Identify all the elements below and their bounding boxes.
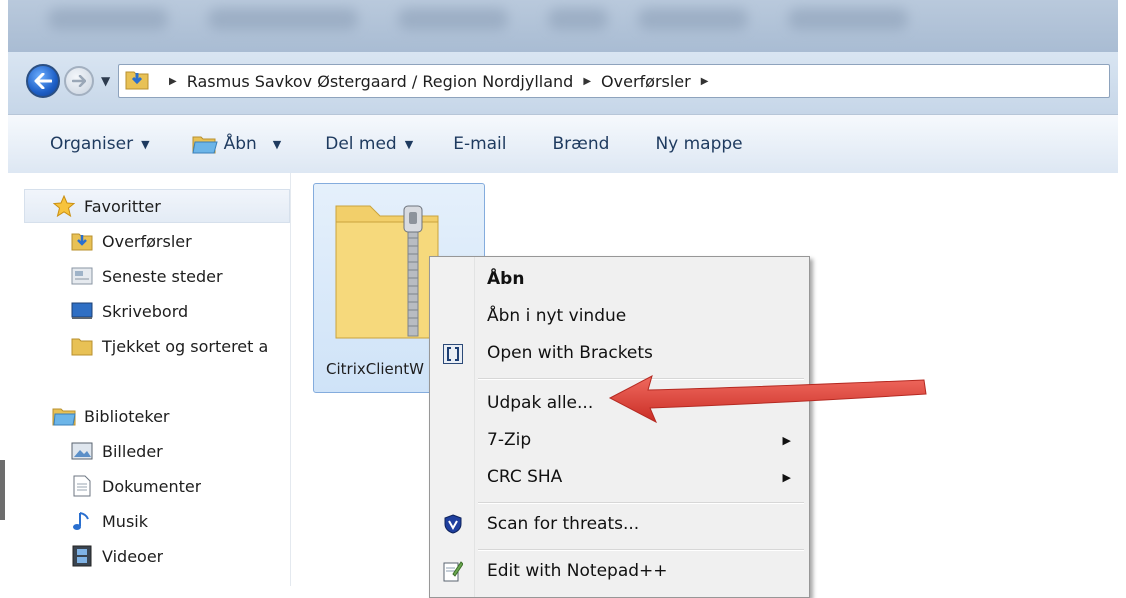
sidebar-item-label: Musik (102, 511, 148, 531)
desktop-icon (70, 299, 94, 323)
document-icon (70, 474, 94, 498)
breadcrumb-item-downloads[interactable]: Overførsler (601, 72, 691, 91)
shield-icon (442, 513, 464, 535)
submenu-arrow-icon: ▶ (782, 434, 791, 447)
sidebar-item-music[interactable]: Musik (70, 504, 148, 538)
menu-item-extract-all[interactable]: Udpak alle... (487, 393, 593, 413)
sidebar-item-label: Biblioteker (84, 406, 170, 426)
music-note-icon (70, 509, 94, 533)
sidebar-item-pictures[interactable]: Billeder (70, 434, 163, 468)
menu-item-crc-sha[interactable]: CRC SHA (487, 467, 562, 487)
window-edge (0, 460, 5, 520)
new-folder-label: Ny mappe (655, 134, 743, 154)
navigation-pane: Favoritter Overførsler Seneste steder Sk… (8, 173, 291, 586)
menu-item-open-with-brackets[interactable]: Open with Brackets (487, 343, 653, 363)
burn-label: Brænd (552, 134, 610, 154)
sidebar-item-label: Tjekket og sorteret a (102, 336, 269, 356)
menu-item-edit-notepad[interactable]: Edit with Notepad++ (487, 561, 668, 581)
sidebar-item-label: Dokumenter (102, 476, 202, 496)
organise-button[interactable]: Organiser ▼ (50, 134, 150, 154)
address-bar: ▼ ▶ Rasmus Savkov Østergaard / Region No… (8, 52, 1118, 114)
sidebar-item-documents[interactable]: Dokumenter (70, 469, 201, 503)
chevron-down-icon: ▼ (101, 74, 111, 88)
recent-places-icon (70, 264, 94, 288)
zip-folder-icon (335, 205, 439, 339)
breadcrumb-separator-icon[interactable]: ▶ (701, 76, 709, 87)
breadcrumb-separator-icon[interactable]: ▶ (169, 76, 177, 87)
sidebar-item-label: Seneste steder (102, 266, 223, 286)
sidebar-item-recent-places[interactable]: Seneste steder (70, 259, 223, 293)
brackets-icon (442, 343, 464, 365)
breadcrumb-separator-icon[interactable]: ▶ (583, 76, 591, 87)
sidebar-item-downloads[interactable]: Overførsler (70, 224, 192, 258)
burn-button[interactable]: Brænd (553, 134, 610, 154)
chevron-down-icon: ▼ (141, 137, 150, 151)
open-folder-icon (191, 133, 218, 155)
sidebar-item-label: Skrivebord (102, 301, 189, 321)
sidebar-item-label: Favoritter (84, 196, 161, 216)
pictures-icon (70, 439, 94, 463)
annotation-arrow-icon (608, 375, 927, 424)
star-icon (52, 194, 76, 218)
email-button[interactable]: E-mail (453, 134, 506, 154)
share-label: Del med (325, 134, 397, 154)
downloads-folder-icon (70, 229, 94, 253)
film-icon (70, 544, 94, 568)
sidebar-item-label: Billeder (102, 441, 163, 461)
file-name: CitrixClientW (326, 360, 424, 378)
menu-item-open-new-window[interactable]: Åbn i nyt vindue (487, 306, 626, 326)
notepad-icon (442, 560, 464, 582)
new-folder-button[interactable]: Ny mappe (655, 134, 742, 154)
breadcrumb-item-user[interactable]: Rasmus Savkov Østergaard / Region Nordjy… (187, 72, 574, 91)
open-label: Åbn (223, 134, 257, 154)
sidebar-item-desktop[interactable]: Skrivebord (70, 294, 188, 328)
forward-button[interactable] (64, 66, 94, 96)
command-bar: Organiser ▼ Åbn ▼ Del med ▼ E-mail Brænd… (8, 114, 1118, 174)
arrow-left-icon (34, 73, 52, 89)
chevron-down-icon: ▼ (404, 137, 414, 151)
library-icon (52, 404, 76, 428)
menu-separator (478, 502, 804, 504)
open-button[interactable]: Åbn ▼ (191, 133, 282, 155)
back-button[interactable] (26, 64, 60, 98)
chevron-down-icon: ▼ (272, 137, 282, 151)
menu-icon-gutter (430, 257, 475, 597)
sidebar-item-libraries[interactable]: Biblioteker (52, 399, 170, 433)
sidebar-item-favorites[interactable]: Favoritter (52, 189, 161, 223)
sidebar-item-sorted-folder[interactable]: Tjekket og sorteret a (70, 329, 290, 363)
breadcrumb[interactable]: ▶ Rasmus Savkov Østergaard / Region Nord… (118, 64, 1110, 98)
arrow-right-icon (72, 75, 86, 87)
share-button[interactable]: Del med ▼ (325, 134, 413, 154)
window-title-bar (8, 0, 1118, 52)
menu-separator (478, 549, 804, 551)
submenu-arrow-icon: ▶ (782, 471, 791, 484)
sidebar-item-label: Overførsler (102, 231, 192, 251)
recent-pages-dropdown[interactable]: ▼ (101, 74, 110, 88)
organise-label: Organiser (50, 134, 134, 154)
email-label: E-mail (453, 134, 507, 154)
sidebar-item-label: Videoer (102, 546, 164, 566)
folder-icon (70, 334, 94, 358)
menu-item-open[interactable]: Åbn (487, 269, 524, 289)
menu-item-7zip[interactable]: 7-Zip (487, 430, 531, 450)
downloads-folder-icon (125, 68, 149, 94)
menu-item-scan-threats[interactable]: Scan for threats... (487, 514, 639, 534)
sidebar-item-videos[interactable]: Videoer (70, 539, 163, 573)
